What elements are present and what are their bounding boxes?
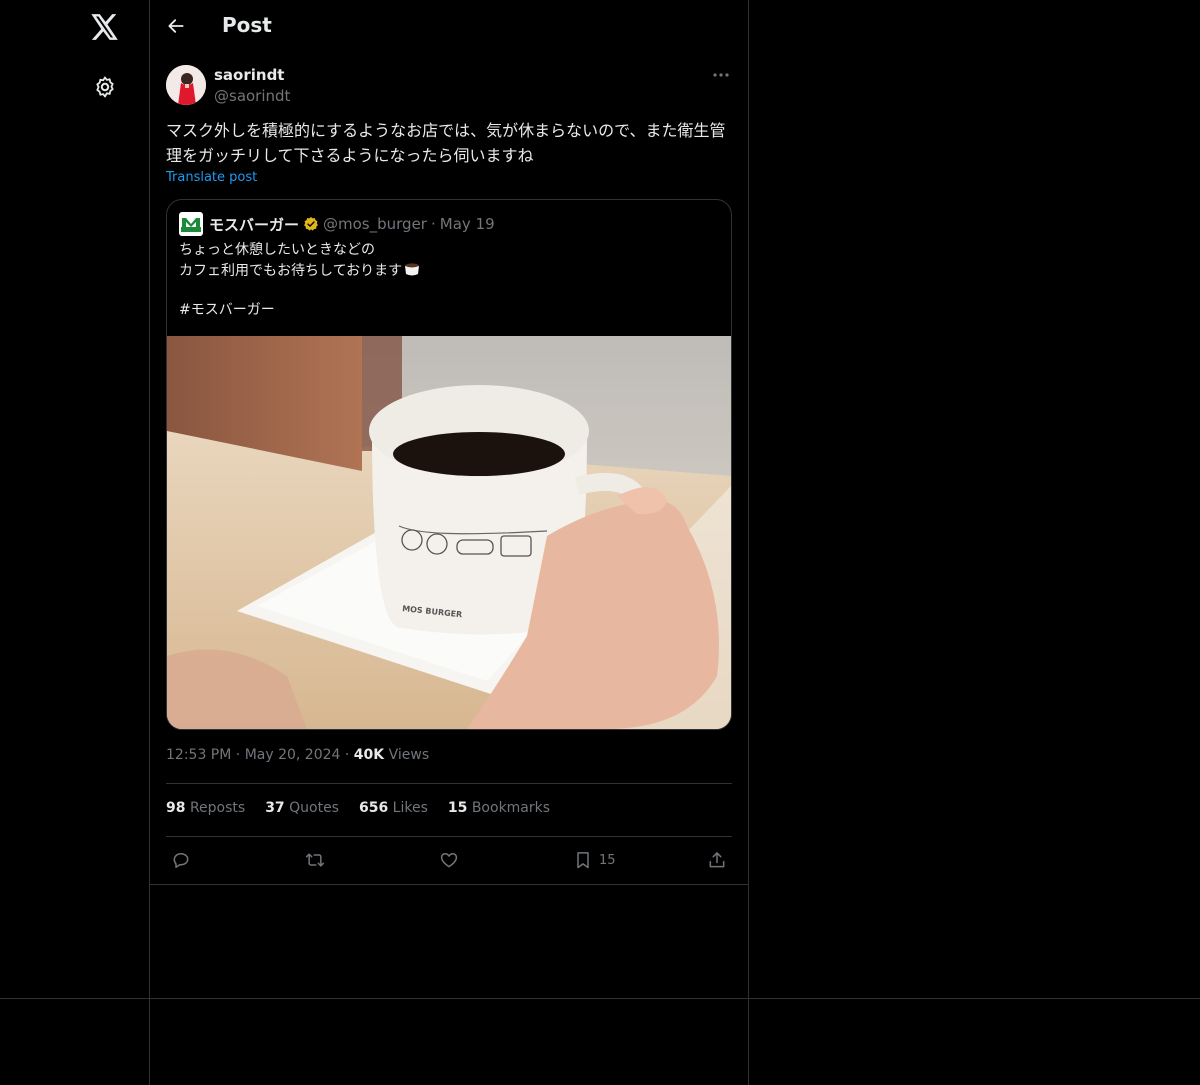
bookmark-icon bbox=[577, 852, 589, 869]
quoted-date: May 19 bbox=[439, 215, 495, 233]
translate-post-link[interactable]: Translate post bbox=[166, 170, 257, 185]
reply-icon bbox=[173, 853, 189, 868]
divider bbox=[166, 783, 732, 784]
views-count: 40K bbox=[353, 747, 385, 763]
heart-icon bbox=[440, 853, 458, 868]
views-label: Views bbox=[388, 747, 430, 763]
column-divider-left bbox=[149, 0, 150, 1085]
hashtag-link[interactable]: #モスバーガー bbox=[179, 300, 719, 320]
column-divider-right bbox=[748, 0, 749, 1085]
gear-icon[interactable] bbox=[91, 73, 119, 101]
dot-separator: · bbox=[344, 747, 354, 763]
share-icon bbox=[709, 852, 725, 868]
like-button[interactable] bbox=[439, 848, 459, 872]
likes-stat[interactable]: 656 Likes bbox=[359, 800, 428, 816]
quoted-author-handle: @mos_burger bbox=[323, 215, 427, 233]
mos-logo-icon bbox=[181, 218, 201, 232]
action-bar: 15 bbox=[166, 848, 732, 872]
arrow-left-icon bbox=[168, 19, 184, 33]
quoted-post-header: モスバーガー @mos_burger · May 19 bbox=[179, 212, 495, 236]
quoted-text-line bbox=[179, 280, 719, 300]
quoted-text: ちょっと休憩したいときなどの カフェ利用でもお待ちしております #モスバーガー bbox=[179, 240, 719, 320]
divider bbox=[166, 836, 732, 837]
dot-separator: · bbox=[235, 747, 245, 763]
divider bbox=[150, 884, 748, 885]
repost-icon bbox=[305, 853, 325, 867]
page-title: Post bbox=[222, 13, 272, 37]
quoted-post[interactable]: モスバーガー @mos_burger · May 19 ちょっと休憩したいときな… bbox=[166, 199, 732, 730]
quotes-stat[interactable]: 37 Quotes bbox=[265, 800, 339, 816]
more-button[interactable] bbox=[710, 65, 732, 85]
bottom-divider bbox=[0, 998, 1200, 999]
bookmark-button[interactable]: 15 bbox=[573, 848, 616, 872]
post-time[interactable]: 12:53 PM bbox=[166, 747, 231, 763]
verified-badge-icon bbox=[304, 217, 318, 231]
author-handle[interactable]: @saorindt bbox=[214, 87, 290, 105]
reposts-stat[interactable]: 98 Reposts bbox=[166, 800, 245, 816]
post-meta: 12:53 PM · May 20, 2024 · 40K Views bbox=[166, 747, 429, 763]
share-button[interactable] bbox=[707, 848, 727, 872]
back-button[interactable] bbox=[164, 14, 188, 38]
more-horizontal-icon bbox=[713, 73, 729, 77]
page-header: Post bbox=[150, 0, 748, 53]
engagement-stats: 98 Reposts 37 Quotes 656 Likes 15 Bookma… bbox=[166, 800, 550, 816]
coffee-emoji-icon bbox=[403, 260, 421, 278]
quoted-avatar[interactable] bbox=[179, 212, 203, 236]
bookmarks-stat[interactable]: 15 Bookmarks bbox=[448, 800, 550, 816]
quoted-author-name: モスバーガー bbox=[209, 215, 300, 234]
post-author: saorindt @saorindt bbox=[166, 65, 732, 109]
author-name[interactable]: saorindt bbox=[214, 66, 284, 84]
x-logo-icon[interactable] bbox=[88, 10, 122, 44]
quoted-text-line: カフェ利用でもお待ちしております bbox=[179, 260, 719, 280]
quoted-text-line: ちょっと休憩したいときなどの bbox=[179, 242, 375, 258]
avatar[interactable] bbox=[166, 65, 206, 105]
bookmark-count: 15 bbox=[599, 852, 616, 868]
left-sidebar bbox=[0, 0, 149, 1085]
quoted-post-image[interactable]: MOS BURGER bbox=[167, 336, 731, 729]
dot-separator: · bbox=[430, 215, 436, 233]
reply-button[interactable] bbox=[171, 848, 191, 872]
post-date[interactable]: May 20, 2024 bbox=[245, 747, 341, 763]
repost-button[interactable] bbox=[304, 848, 326, 872]
post-text: マスク外しを積極的にするようなお店では、気が休まらないので、また衛生管理をガッチ… bbox=[166, 121, 726, 165]
